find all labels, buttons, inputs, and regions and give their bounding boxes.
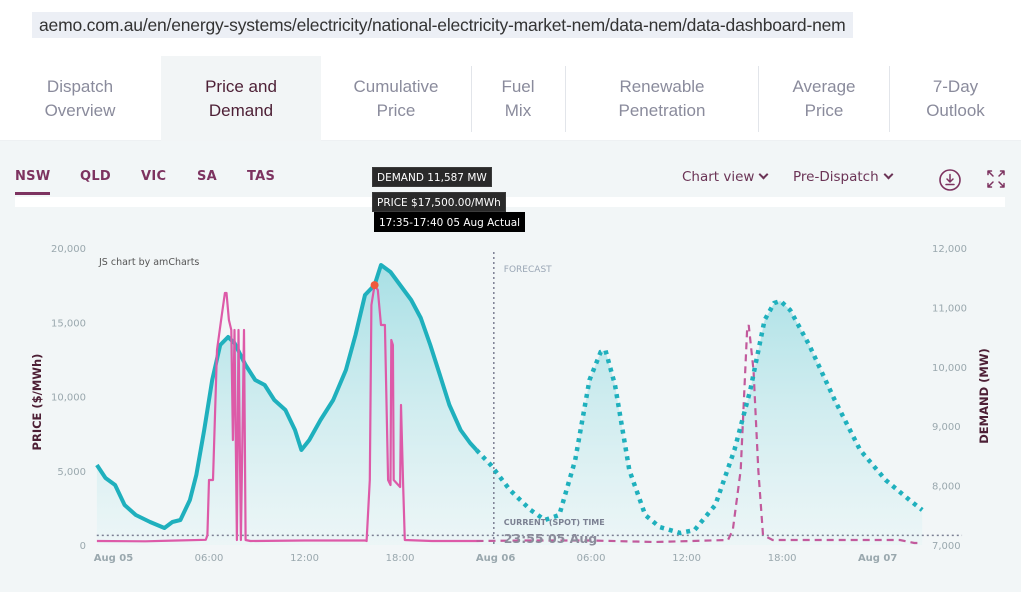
download-button[interactable] [938, 168, 962, 196]
region-tab-tas[interactable]: TAS [247, 169, 275, 184]
chart-view-label: Chart view [682, 169, 755, 185]
dispatch-type-dropdown[interactable]: Pre-Dispatch [793, 169, 894, 185]
dispatch-type-label: Pre-Dispatch [793, 169, 879, 185]
chevron-down-icon [759, 169, 769, 180]
chart-credit: JS chart by amCharts [98, 257, 199, 268]
x-axis-tick-label: 06:00 [195, 553, 224, 564]
demand-area [96, 265, 923, 545]
x-axis-tick-label: Aug 05 [94, 553, 133, 564]
tab-dispatch-overview[interactable]: Dispatch Overview [0, 56, 160, 141]
tab-label-line2: Price [376, 100, 416, 120]
spot-time-value: 23:55 05 Aug [504, 531, 597, 546]
tab-label-line1: Dispatch [46, 76, 114, 96]
tab-price-and-demand[interactable]: Price and Demand [161, 56, 321, 141]
left-axis-tick-label: 0 [80, 541, 86, 552]
tab-label-line1: Cumulative [353, 76, 439, 96]
left-axis-ticks: 0 5,000 10,000 15,000 20,000 [51, 244, 86, 552]
tab-fuel-mix[interactable]: Fuel Mix [472, 56, 564, 141]
download-icon [939, 169, 961, 191]
tab-label-line2: Mix [504, 100, 532, 120]
chart-svg: JS chart by amCharts 0 5,000 10,000 15,000 2… [30, 244, 991, 564]
chart-view-dropdown[interactable]: Chart view [682, 169, 769, 185]
tab-label-line1: Renewable [619, 76, 705, 96]
left-axis-tick-label: 10,000 [51, 393, 86, 404]
spot-time-label: CURRENT (SPOT) TIME [504, 518, 605, 527]
tab-label-line2: Overview [44, 100, 116, 120]
right-axis-tick-label: 9,000 [932, 422, 961, 433]
fullscreen-icon [987, 170, 1005, 188]
left-axis-tick-label: 20,000 [51, 244, 86, 255]
tooltip-time: 17:35-17:40 05 Aug Actual [374, 212, 526, 232]
x-axis-tick-label: 06:00 [577, 553, 606, 564]
browser-address-bar: aemo.com.au/en/energy-systems/electricit… [0, 0, 1021, 56]
tab-cumulative-price[interactable]: Cumulative Price [321, 56, 471, 141]
x-axis-tick-label: 18:00 [768, 553, 797, 564]
region-tab-vic[interactable]: VIC [141, 169, 166, 184]
tooltip-price: PRICE $17,500.00/MWh [372, 192, 506, 212]
tab-renewable-penetration[interactable]: Renewable Penetration [566, 56, 758, 141]
region-tab-nsw[interactable]: NSW [15, 169, 51, 195]
x-axis-tick-label: 18:00 [386, 553, 415, 564]
right-axis-tick-label: 8,000 [932, 482, 961, 493]
chevron-down-icon [883, 169, 894, 180]
price-demand-chart: JS chart by amCharts 0 5,000 10,000 15,000 2… [0, 212, 1021, 592]
demand-area-fill [96, 265, 923, 545]
tab-label-line1: 7-Day [932, 76, 979, 96]
toolbar-underline-band [15, 197, 1005, 207]
region-tab-sa[interactable]: SA [197, 169, 217, 184]
x-axis-tick-label: Aug 07 [858, 553, 897, 564]
x-axis-ticks: Aug 05 06:00 12:00 18:00 Aug 06 06:00 12:00 18:… [94, 553, 898, 564]
page: aemo.com.au/en/energy-systems/electricit… [0, 0, 1021, 592]
right-axis-tick-label: 7,000 [932, 541, 961, 552]
tab-label-line1: Price and [205, 76, 277, 96]
tab-label-line2: Price [804, 100, 844, 120]
region-tab-qld[interactable]: QLD [80, 169, 111, 184]
tab-average-price[interactable]: Average Price [759, 56, 889, 141]
forecast-label: FORECAST [504, 265, 552, 275]
tab-label-line2: Outlook [926, 100, 985, 120]
hover-marker [370, 281, 379, 290]
right-axis-tick-label: 12,000 [932, 244, 967, 255]
tab-label-line1: Fuel [501, 76, 535, 96]
right-axis-tick-label: 11,000 [932, 303, 967, 314]
left-axis-tick-label: 5,000 [57, 467, 86, 478]
left-axis-tick-label: 15,000 [51, 318, 86, 329]
right-axis-title: DEMAND (MW) [977, 348, 991, 444]
tab-label-line2: Demand [208, 100, 274, 120]
tab-7-day-outlook[interactable]: 7-Day Outlook [890, 56, 1021, 141]
x-axis-tick-label: 12:00 [290, 553, 319, 564]
url-text[interactable]: aemo.com.au/en/energy-systems/electricit… [32, 12, 853, 38]
right-axis-tick-label: 10,000 [932, 363, 967, 374]
fullscreen-button[interactable] [986, 169, 1006, 193]
tab-label-line2: Penetration [618, 100, 706, 120]
dashboard-tabs: Dispatch Overview Price and Demand Cumulat… [0, 56, 1021, 141]
left-axis-title: PRICE ($/MWh) [30, 354, 44, 451]
x-axis-tick-label: 12:00 [672, 553, 701, 564]
x-axis-tick-label: Aug 06 [476, 553, 515, 564]
tooltip-demand: DEMAND 11,587 MW [372, 167, 492, 187]
tab-label-line1: Average [792, 76, 856, 96]
right-axis-ticks: 7,000 8,000 9,000 10,000 11,000 12,000 [932, 244, 967, 552]
